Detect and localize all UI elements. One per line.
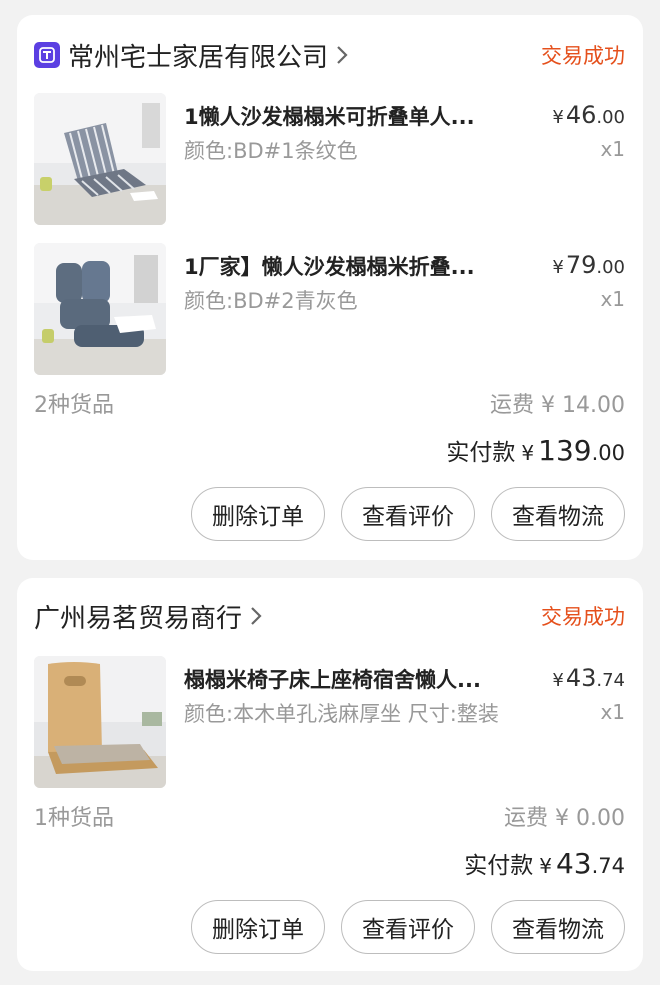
shop-logo-icon	[34, 42, 60, 68]
order-total: 实付款 ¥ 43.74	[464, 846, 625, 880]
price-integer: 46	[565, 101, 597, 129]
product-price: ¥79.00	[552, 251, 625, 279]
product-spec: 颜色:BD#1条纹色	[184, 139, 358, 163]
product-spec: 颜色:本木单孔浅麻厚坐 尺寸:整装	[184, 702, 499, 726]
shop-name[interactable]: 常州宅士家居有限公司	[68, 37, 328, 74]
chevron-right-icon[interactable]	[336, 45, 348, 65]
shop-header[interactable]: 广州易茗贸易商行 交易成功	[34, 598, 625, 634]
product-title[interactable]: 1厂家】懒人沙发榻榻米折叠...	[184, 251, 514, 281]
product-price: ¥46.00	[552, 101, 625, 129]
order-item[interactable]: 1懒人沙发榻榻米可折叠单人... 颜色:BD#1条纹色 ¥46.00 x1	[34, 93, 625, 225]
currency-symbol: ¥	[552, 257, 564, 278]
shop-header[interactable]: 常州宅士家居有限公司 交易成功	[34, 37, 625, 73]
currency-symbol: ¥	[521, 441, 535, 465]
product-price: ¥43.74	[552, 664, 625, 692]
item-count: 2种货品	[34, 393, 114, 418]
product-image[interactable]	[34, 243, 166, 375]
order-item[interactable]: 1厂家】懒人沙发榻榻米折叠... 颜色:BD#2青灰色 ¥79.00 x1	[34, 243, 625, 375]
order-status: 交易成功	[541, 44, 625, 68]
view-logistics-button[interactable]: 查看物流	[491, 487, 625, 541]
total-integer: 139	[538, 434, 592, 467]
product-quantity: x1	[600, 137, 625, 161]
price-integer: 43	[565, 664, 597, 692]
product-title[interactable]: 榻榻米椅子床上座椅宿舍懒人...	[184, 664, 524, 694]
item-count: 1种货品	[34, 806, 114, 831]
order-card[interactable]: 常州宅士家居有限公司 交易成功 1懒人沙发榻榻米可折叠单人... 颜色:BD#1…	[17, 15, 643, 560]
product-quantity: x1	[600, 287, 625, 311]
product-quantity: x1	[600, 700, 625, 724]
currency-symbol: ¥	[552, 670, 564, 691]
delete-order-button[interactable]: 删除订单	[191, 487, 325, 541]
currency-symbol: ¥	[539, 854, 552, 878]
order-actions: 删除订单 查看评价 查看物流	[191, 487, 625, 541]
shipping-fee: 运费 ¥ 14.00	[490, 393, 625, 418]
product-image[interactable]	[34, 93, 166, 225]
product-title[interactable]: 1懒人沙发榻榻米可折叠单人...	[184, 101, 514, 131]
total-decimal: .00	[591, 441, 625, 465]
price-integer: 79	[565, 251, 597, 279]
product-spec: 颜色:BD#2青灰色	[184, 289, 358, 313]
shipping-fee: 运费 ¥ 0.00	[504, 806, 625, 831]
order-actions: 删除订单 查看评价 查看物流	[191, 900, 625, 954]
order-card[interactable]: 广州易茗贸易商行 交易成功 榻榻米椅子床上座椅宿舍懒人... 颜色:本木单孔浅麻…	[17, 578, 643, 971]
view-review-button[interactable]: 查看评价	[341, 900, 475, 954]
price-decimal: .00	[596, 257, 625, 278]
product-image[interactable]	[34, 656, 166, 788]
shop-name[interactable]: 广州易茗贸易商行	[34, 598, 242, 635]
order-status: 交易成功	[541, 605, 625, 629]
view-logistics-button[interactable]: 查看物流	[491, 900, 625, 954]
delete-order-button[interactable]: 删除订单	[191, 900, 325, 954]
order-item[interactable]: 榻榻米椅子床上座椅宿舍懒人... 颜色:本木单孔浅麻厚坐 尺寸:整装 ¥43.7…	[34, 656, 625, 788]
price-decimal: .74	[596, 670, 625, 691]
total-label: 实付款	[464, 853, 534, 879]
chevron-right-icon[interactable]	[250, 606, 262, 626]
view-review-button[interactable]: 查看评价	[341, 487, 475, 541]
price-decimal: .00	[596, 107, 625, 128]
order-total: 实付款 ¥ 139.00	[446, 433, 625, 467]
currency-symbol: ¥	[552, 107, 564, 128]
total-decimal: .74	[591, 854, 625, 878]
total-integer: 43	[555, 847, 592, 880]
total-label: 实付款	[446, 440, 516, 466]
